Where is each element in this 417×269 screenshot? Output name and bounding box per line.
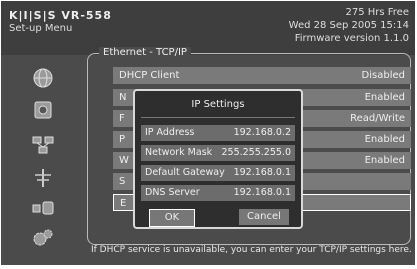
ok-button[interactable]: OK — [149, 209, 195, 227]
setting-label: DHCP Client — [119, 70, 180, 81]
setting-value: Disabled — [361, 70, 405, 81]
field-value: 192.168.0.2 — [233, 127, 291, 138]
gears-icon[interactable] — [31, 227, 55, 249]
setting-label: N — [119, 92, 127, 103]
ip-settings-dialog: IP Settings IP Address 192.168.0.2 Netwo… — [133, 89, 303, 229]
firmware-version: Firmware version 1.1.0 — [294, 33, 409, 44]
setting-value: Read/Write — [350, 113, 405, 124]
dialog-divider — [141, 117, 295, 118]
globe-icon[interactable] — [31, 67, 55, 89]
setting-label: W — [119, 155, 129, 166]
setup-screen: K|I|S|S VR-558 Set-up Menu 275 Hrs Free … — [1, 1, 415, 265]
sidebar — [1, 55, 89, 265]
datetime: Wed 28 Sep 2005 15:14 — [288, 20, 409, 31]
hours-free: 275 Hrs Free — [345, 7, 409, 18]
field-label: Default Gateway — [145, 167, 225, 178]
setting-label: P — [119, 134, 126, 145]
dns-server-field[interactable]: DNS Server 192.168.0.1 — [141, 185, 295, 201]
setting-label: S — [119, 176, 126, 187]
setting-label: E — [120, 198, 127, 209]
setting-label: F — [119, 113, 125, 124]
brand-logo: K|I|S|S VR-558 — [9, 9, 112, 22]
setting-row-dhcp[interactable]: DHCP Client Disabled — [113, 67, 411, 84]
network-icon[interactable] — [31, 133, 55, 155]
field-label: Network Mask — [145, 147, 213, 158]
settings-icon[interactable] — [31, 197, 55, 219]
disc-icon[interactable] — [31, 99, 55, 121]
cancel-button[interactable]: Cancel — [239, 209, 289, 225]
status-help-text: If DHCP service is unavailable, you can … — [91, 245, 412, 255]
network-mask-field[interactable]: Network Mask 255.255.255.0 — [141, 145, 295, 161]
default-gateway-field[interactable]: Default Gateway 192.168.0.1 — [141, 165, 295, 181]
panel-title: Ethernet - TCP/IP — [99, 47, 191, 58]
field-value: 192.168.0.1 — [233, 167, 291, 178]
field-value: 255.255.255.0 — [221, 147, 291, 158]
field-label: IP Address — [145, 127, 195, 138]
setting-value: Enabled — [364, 155, 405, 166]
menu-title: Set-up Menu — [9, 23, 73, 34]
field-label: DNS Server — [145, 187, 200, 198]
ip-address-field[interactable]: IP Address 192.168.0.2 — [141, 125, 295, 141]
header-bar: K|I|S|S VR-558 Set-up Menu 275 Hrs Free … — [1, 1, 415, 55]
field-value: 192.168.0.1 — [233, 187, 291, 198]
dialog-title: IP Settings — [191, 99, 245, 110]
setting-value: Enabled — [364, 134, 405, 145]
antenna-icon[interactable] — [31, 167, 55, 189]
setting-value: Enabled — [364, 92, 405, 103]
